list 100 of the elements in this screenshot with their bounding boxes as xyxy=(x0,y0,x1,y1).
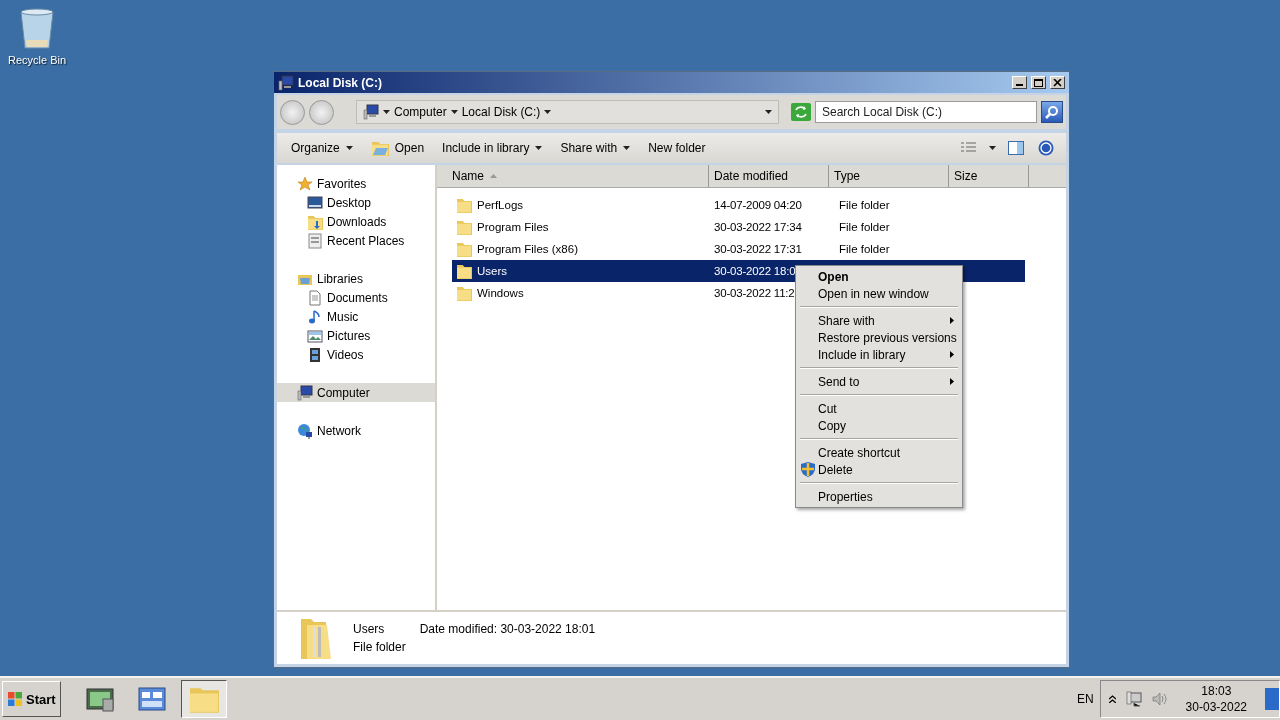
sidebar-item[interactable]: Favorites xyxy=(277,174,435,193)
file-row[interactable]: PerfLogs 14-07-2009 04:20 File folder xyxy=(452,194,959,216)
network-icon[interactable] xyxy=(1125,691,1142,707)
column-header[interactable]: Name xyxy=(447,165,709,187)
breadcrumb[interactable]: Computer xyxy=(394,105,447,119)
details-type: File folder xyxy=(353,640,406,654)
shield-icon xyxy=(801,462,815,477)
desktop-icon-label[interactable]: Recycle Bin xyxy=(7,54,67,66)
details-date: Date modified: 30-03-2022 18:01 xyxy=(419,622,596,636)
toolbar-button[interactable]: Organize xyxy=(283,138,361,158)
folder-icon xyxy=(188,685,219,713)
language-indicator[interactable]: EN xyxy=(1076,692,1094,706)
globe-icon xyxy=(297,422,313,439)
file-row[interactable]: Program Files (x86) 30-03-2022 17:31 File folder xyxy=(452,238,959,260)
folder-icon xyxy=(456,197,472,213)
maximize-icon xyxy=(1034,78,1043,87)
menu-item[interactable]: Delete xyxy=(798,461,960,478)
sidebar-item[interactable]: Computer xyxy=(277,383,435,402)
menu-item[interactable]: Cut xyxy=(798,400,960,417)
menu-item[interactable]: Create shortcut xyxy=(798,444,960,461)
menu-item[interactable]: Restore previous versions xyxy=(798,329,960,346)
file-name: Program Files (x86) xyxy=(477,243,578,255)
search-button[interactable] xyxy=(1041,101,1063,123)
dropdown-caret-icon xyxy=(765,110,772,114)
sidebar-item[interactable]: Recent Places xyxy=(277,231,435,250)
column-header[interactable]: Type xyxy=(829,165,949,187)
search-field[interactable]: Search Local Disk (C:) xyxy=(815,101,1037,123)
sidebar-item[interactable]: Network xyxy=(277,421,435,440)
window-title: Local Disk (C:) xyxy=(298,75,383,90)
caret-icon xyxy=(535,146,543,150)
column-header[interactable]: Date modified xyxy=(709,165,829,187)
menu-item[interactable]: Share with xyxy=(798,312,960,329)
sidebar-item[interactable]: Videos xyxy=(277,345,435,364)
sidebar-item[interactable]: Pictures xyxy=(277,326,435,345)
maximize-button[interactable] xyxy=(1031,76,1046,89)
file-name: Users xyxy=(477,265,508,277)
caret-icon xyxy=(450,110,458,114)
close-icon xyxy=(1053,78,1062,87)
menu-item[interactable]: Include in library xyxy=(798,346,960,363)
table-cell-text: File folder xyxy=(838,221,891,233)
chevron-up-icon[interactable] xyxy=(1108,695,1116,703)
menu-item[interactable]: Send to xyxy=(798,373,960,390)
computer-icon xyxy=(278,74,294,91)
caret-icon xyxy=(383,110,390,114)
address-bar[interactable]: Computer Local Disk (C:) xyxy=(356,100,779,124)
minimize-icon xyxy=(1016,84,1023,86)
picture-icon xyxy=(307,327,323,344)
table-cell-text: 30-03-2022 17:31 xyxy=(713,243,803,255)
music-note-icon xyxy=(307,308,323,325)
file-row[interactable]: Windows 30-03-2022 11:2 xyxy=(452,282,795,304)
sidebar-item[interactable]: Documents xyxy=(277,288,435,307)
table-cell-text: 14-07-2009 04:20 xyxy=(713,199,803,211)
toolbar-button[interactable]: Include in library xyxy=(434,138,551,158)
server-manager-icon xyxy=(84,685,115,713)
sidebar-item[interactable]: Music xyxy=(277,307,435,326)
computer-icon xyxy=(297,384,313,401)
minimize-button[interactable] xyxy=(1012,76,1027,89)
table-cell: 30-03-2022 11:2 xyxy=(713,287,795,299)
toolbar-button[interactable]: New folder xyxy=(640,138,714,158)
taskbar-button[interactable] xyxy=(180,680,227,718)
sidebar-item[interactable]: Libraries xyxy=(277,269,435,288)
terminal-icon xyxy=(136,685,167,713)
star-icon xyxy=(297,175,313,192)
file-row[interactable]: Program Files 30-03-2022 17:34 File folder xyxy=(452,216,959,238)
menu-item[interactable]: Open xyxy=(798,268,960,285)
table-cell-text: File folder xyxy=(838,199,891,211)
menu-item[interactable]: Open in new window xyxy=(798,285,960,302)
details-name: Users xyxy=(353,622,386,636)
folder-icon xyxy=(456,241,472,257)
toolbar-button[interactable]: Open xyxy=(362,137,433,159)
download-folder-icon xyxy=(307,213,323,230)
file-name: Windows xyxy=(477,287,524,299)
folder-icon xyxy=(456,285,472,301)
recycle-bin-icon[interactable] xyxy=(17,6,57,50)
film-icon xyxy=(307,346,323,363)
refresh-icon[interactable] xyxy=(791,103,811,121)
document-icon xyxy=(307,289,323,306)
menu-item[interactable]: Copy xyxy=(798,417,960,434)
monitor-icon xyxy=(307,194,323,211)
breadcrumb[interactable]: Local Disk (C:) xyxy=(461,105,541,119)
view-caret-icon xyxy=(989,146,996,150)
table-cell: 30-03-2022 18:0 xyxy=(713,265,796,277)
file-name: PerfLogs xyxy=(477,199,524,211)
folder-icon xyxy=(456,219,472,235)
preview-pane-icon[interactable] xyxy=(1008,141,1024,155)
folder-icon xyxy=(370,140,389,156)
sidebar-item[interactable]: Downloads xyxy=(277,212,435,231)
column-header[interactable]: Size xyxy=(949,165,1029,187)
search-icon xyxy=(1045,105,1059,119)
sidebar-item[interactable]: Desktop xyxy=(277,193,435,212)
file-name: Program Files xyxy=(477,221,549,233)
start-button[interactable]: Start xyxy=(2,681,61,717)
close-button[interactable] xyxy=(1050,76,1065,89)
caret-icon xyxy=(345,146,353,150)
table-cell-text: File folder xyxy=(838,243,891,255)
document-list-icon xyxy=(307,232,323,249)
menu-item[interactable]: Properties xyxy=(798,488,960,505)
folder-icon xyxy=(456,263,472,279)
toolbar-button[interactable]: Share with xyxy=(552,138,639,158)
windows-flag-icon xyxy=(7,691,23,707)
